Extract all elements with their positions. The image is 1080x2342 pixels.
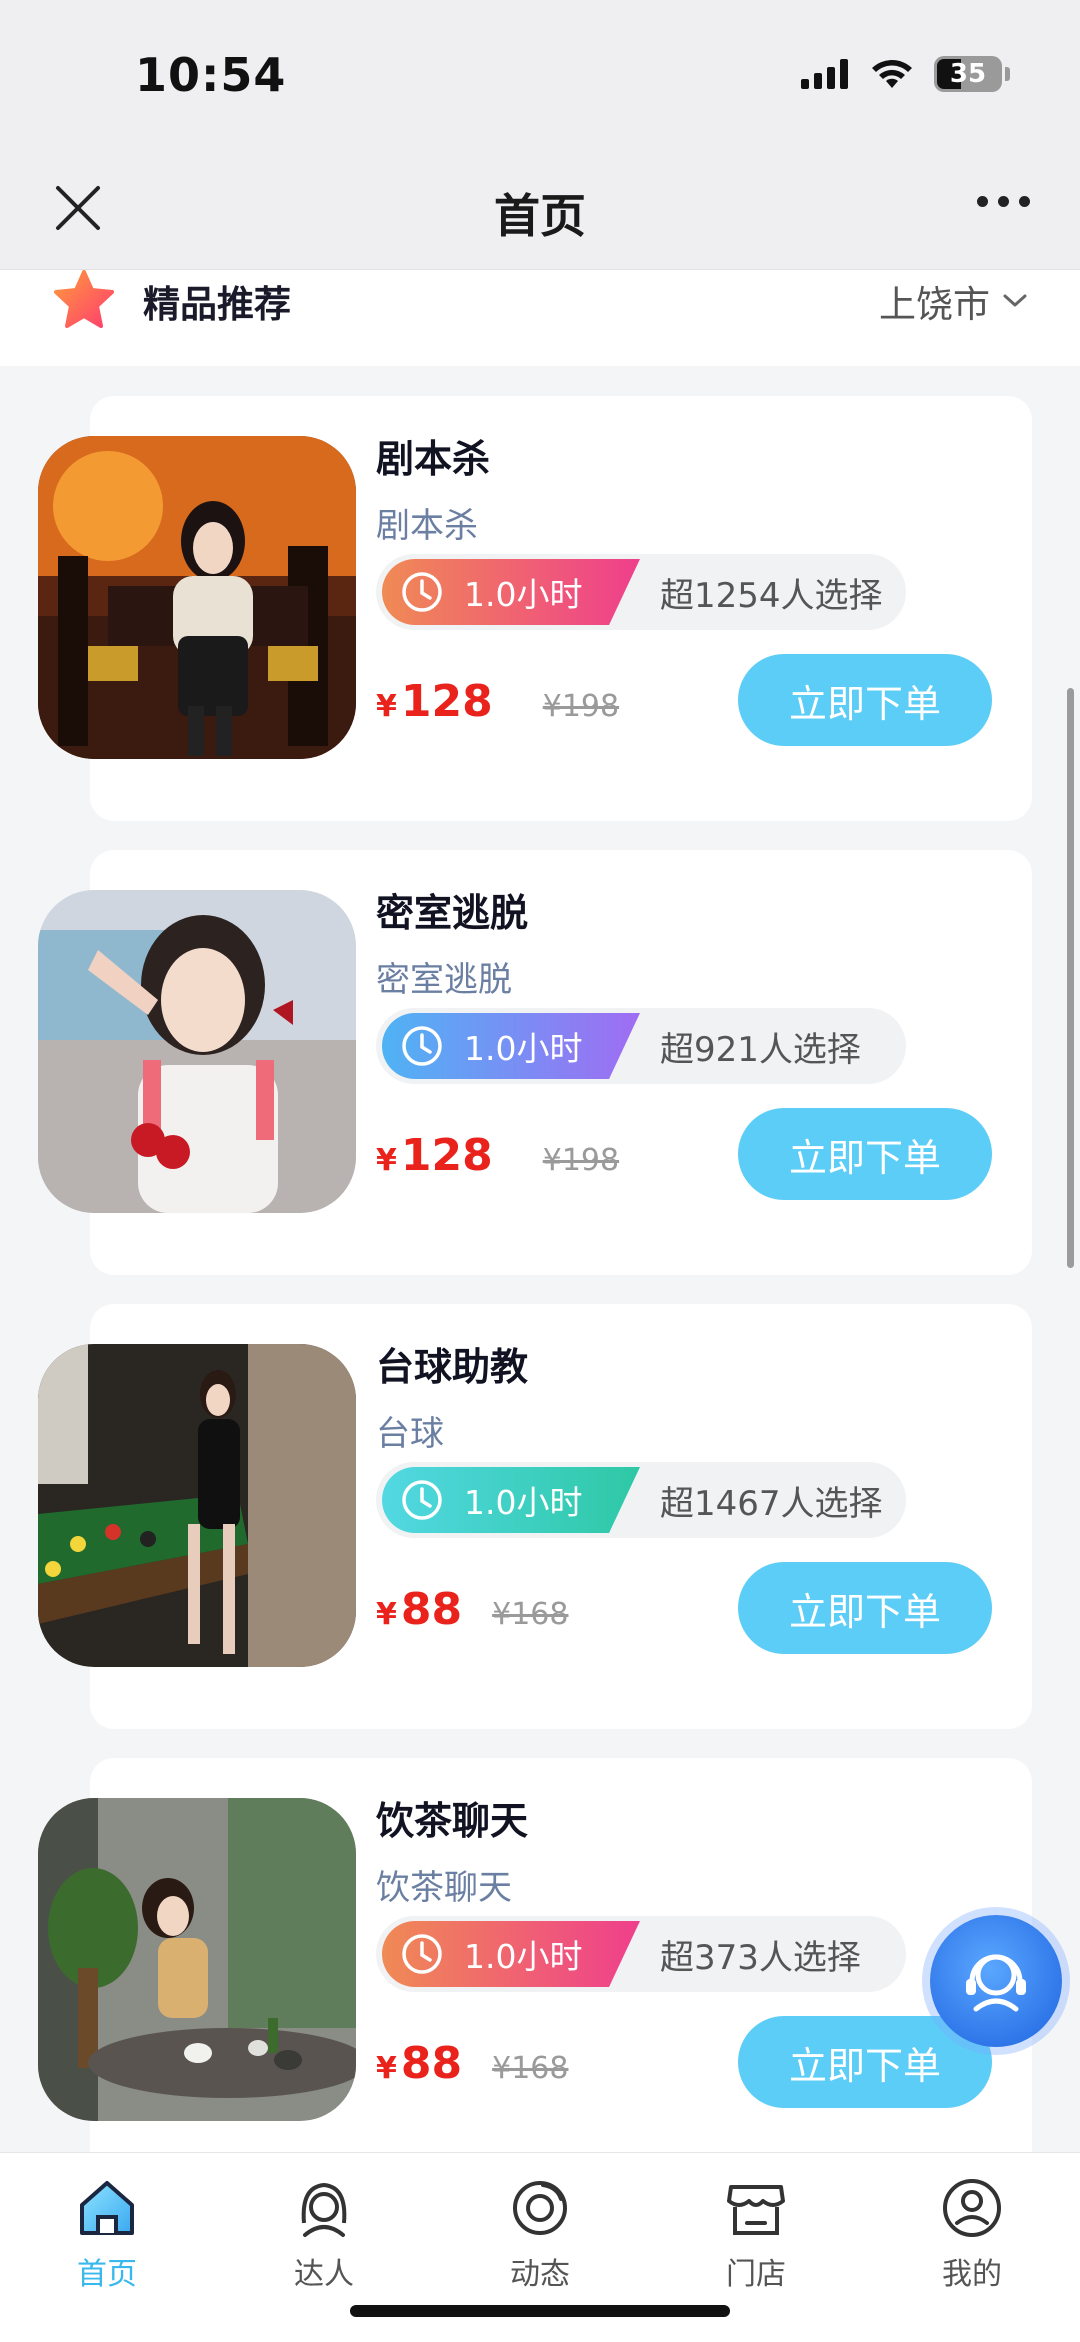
status-time: 10:54	[135, 48, 287, 102]
service-title: 剧本杀	[376, 437, 491, 481]
duration-badge: 1.0小时	[382, 1467, 640, 1533]
duration-label: 1.0小时	[464, 1483, 583, 1522]
tab-store[interactable]: 门店	[676, 2173, 836, 2293]
price: ¥ 88 ¥168	[376, 1584, 568, 1635]
battery-icon: 35	[934, 56, 1002, 92]
duration-label: 1.0小时	[464, 575, 583, 614]
tab-label: 达人	[294, 2257, 354, 2292]
chosen-count: 超373人选择	[660, 1937, 861, 1978]
tab-experts[interactable]: 达人	[244, 2173, 404, 2293]
service-title: 台球助教	[376, 1345, 529, 1389]
chosen-count: 超1467人选择	[660, 1483, 883, 1524]
tab-home[interactable]: 首页	[27, 2173, 187, 2293]
tab-label: 我的	[942, 2257, 1002, 2292]
wifi-icon	[872, 60, 912, 88]
star-icon	[54, 270, 114, 328]
service-card[interactable]: 剧本杀 剧本杀 1.0小时 超1254人选择 ¥ 128 ¥198 立即下单	[38, 396, 1032, 821]
price: ¥ 128 ¥198	[376, 676, 619, 727]
duration-badge: 1.0小时	[382, 1013, 640, 1079]
currency-symbol: ¥	[376, 689, 397, 724]
price: ¥ 88 ¥168	[376, 2038, 568, 2089]
service-category: 台球	[376, 1414, 444, 1454]
top-bar: 10:54 35 首页	[0, 0, 1080, 270]
more-options-icon[interactable]	[977, 196, 1030, 207]
original-price: ¥168	[492, 1597, 569, 1632]
service-card[interactable]: 饮茶聊天 饮茶聊天 1.0小时 超373人选择 ¥ 88 ¥168 立即下单	[38, 1758, 1032, 2183]
tab-profile[interactable]: 我的	[892, 2173, 1052, 2293]
current-price: 88	[400, 1584, 463, 1635]
duration-badge: 1.0小时	[382, 559, 640, 625]
service-category: 饮茶聊天	[376, 1868, 512, 1908]
original-price: ¥198	[542, 1143, 620, 1178]
page-title: 首页	[494, 189, 586, 243]
chosen-count: 超1254人选择	[660, 575, 883, 616]
moments-icon	[513, 2181, 567, 2235]
current-price: 128	[400, 676, 493, 727]
battery-level: 35	[949, 59, 987, 89]
currency-symbol: ¥	[376, 2051, 397, 2086]
service-thumbnail	[38, 1344, 356, 1667]
currency-symbol: ¥	[376, 1143, 397, 1178]
tab-moments[interactable]: 动态	[460, 2173, 620, 2293]
current-price: 88	[400, 2038, 463, 2089]
headset-icon	[966, 1954, 1026, 2012]
tab-label: 首页	[77, 2257, 137, 2292]
customer-service-button[interactable]	[930, 1915, 1062, 2047]
original-price: ¥168	[492, 2051, 569, 2086]
section-title: 精品推荐	[143, 283, 291, 326]
order-now-button[interactable]: 立即下单	[738, 1562, 992, 1654]
clock-icon	[402, 1934, 442, 1974]
profile-icon	[943, 2179, 1001, 2237]
status-icons: 35	[801, 56, 1010, 92]
price: ¥ 128 ¥198	[376, 1130, 619, 1181]
city-selector[interactable]: 上饶市	[879, 274, 1028, 328]
order-now-button[interactable]: 立即下单	[738, 1108, 992, 1200]
duration-label: 1.0小时	[464, 1937, 583, 1976]
service-stats: 1.0小时 超1254人选择	[376, 554, 906, 630]
person-icon	[301, 2182, 347, 2237]
clock-icon	[402, 1026, 442, 1066]
clock-icon	[402, 572, 442, 612]
home-icon	[80, 2181, 134, 2235]
service-stats: 1.0小时 超1467人选择	[376, 1462, 906, 1538]
tab-label: 动态	[510, 2257, 570, 2292]
tab-label: 门店	[726, 2257, 786, 2292]
service-card[interactable]: 台球助教 台球 1.0小时 超1467人选择 ¥ 88 ¥168 立即下单	[38, 1304, 1032, 1729]
service-title: 密室逃脱	[376, 891, 529, 935]
duration-label: 1.0小时	[464, 1029, 583, 1068]
currency-symbol: ¥	[376, 1597, 397, 1632]
chevron-down-icon	[1003, 294, 1027, 307]
service-category: 密室逃脱	[376, 960, 512, 1000]
chosen-count: 超921人选择	[660, 1029, 861, 1070]
service-stats: 1.0小时 超373人选择	[376, 1916, 906, 1992]
service-title: 饮茶聊天	[376, 1799, 529, 1843]
service-category: 剧本杀	[376, 506, 478, 546]
service-thumbnail	[38, 436, 356, 759]
signal-icon	[801, 59, 848, 89]
store-icon	[727, 2185, 785, 2235]
clock-icon	[402, 1480, 442, 1520]
home-indicator	[350, 2305, 730, 2317]
service-stats: 1.0小时 超921人选择	[376, 1008, 906, 1084]
original-price: ¥198	[542, 689, 620, 724]
duration-badge: 1.0小时	[382, 1921, 640, 1987]
service-thumbnail	[38, 1798, 356, 2121]
section-header: 精品推荐 上饶市	[0, 270, 1080, 366]
order-now-button[interactable]: 立即下单	[738, 654, 992, 746]
city-label: 上饶市	[879, 283, 990, 326]
current-price: 128	[400, 1130, 493, 1181]
service-thumbnail	[38, 890, 356, 1213]
scrollbar[interactable]	[1067, 688, 1074, 1268]
service-card[interactable]: 密室逃脱 密室逃脱 1.0小时 超921人选择 ¥ 128 ¥198 立即下单	[38, 850, 1032, 1275]
